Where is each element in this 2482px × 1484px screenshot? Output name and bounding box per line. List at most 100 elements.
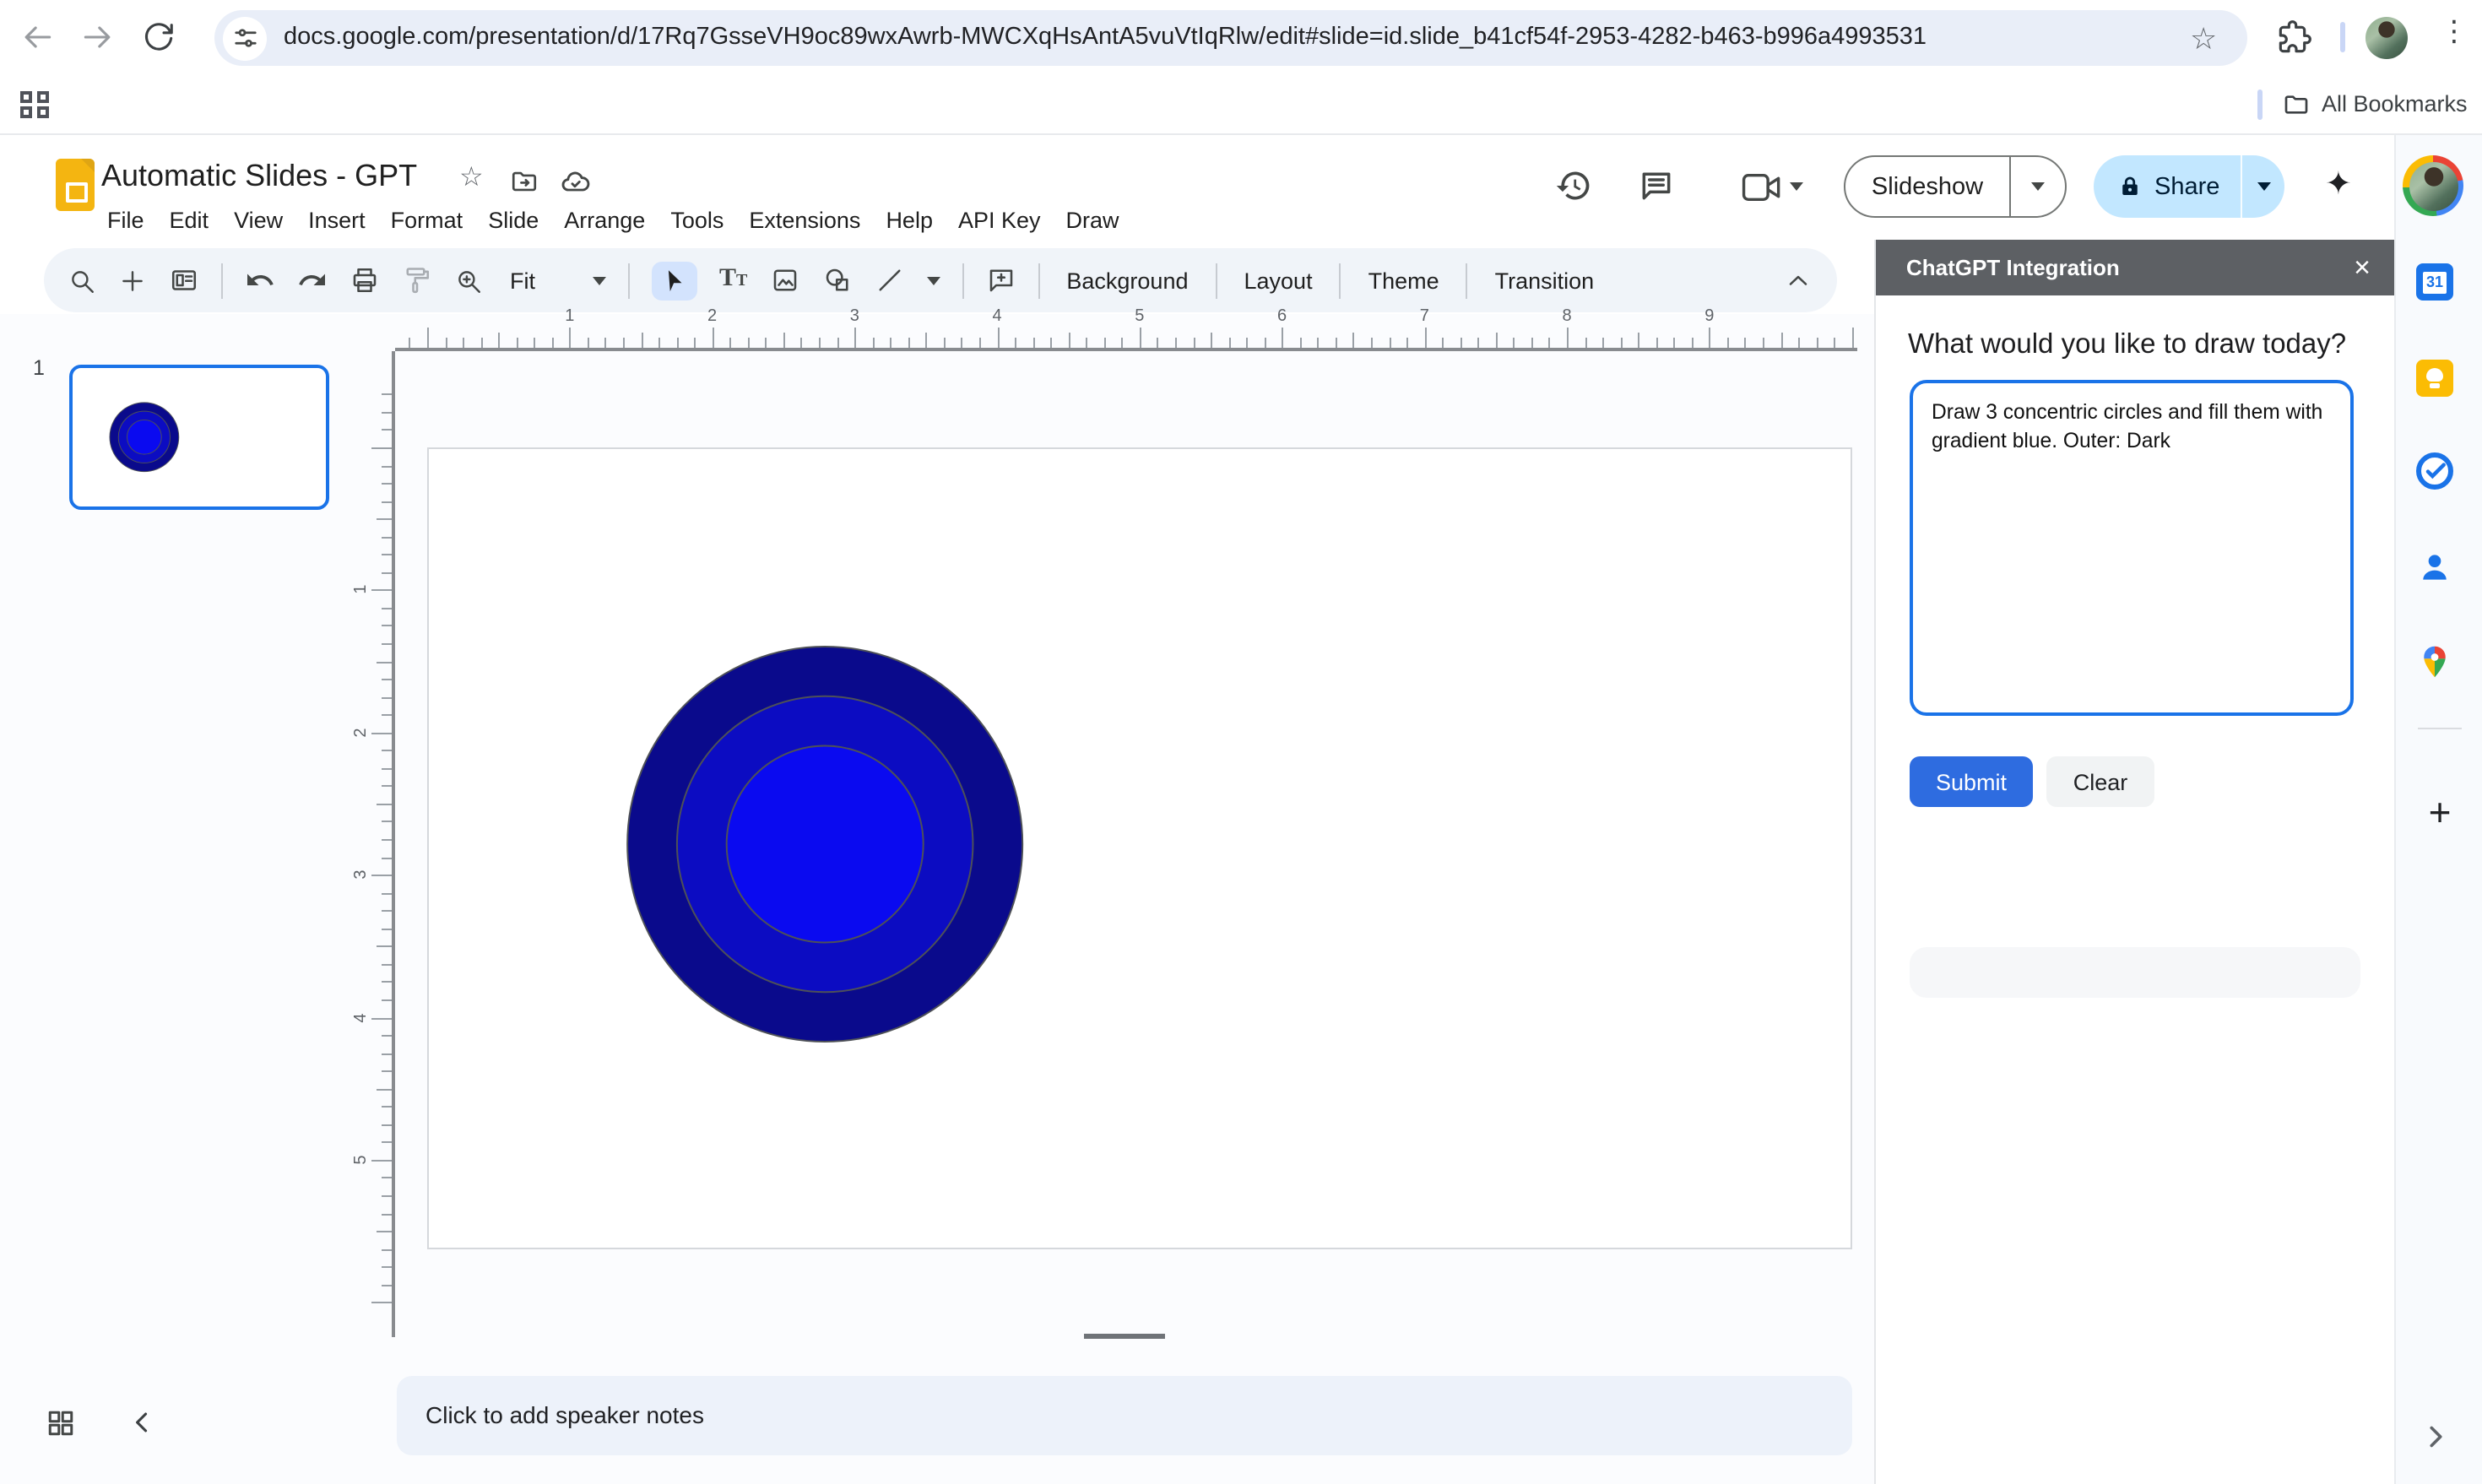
bookmarks-divider: [2257, 89, 2263, 120]
toolbar-separator: [1339, 263, 1341, 298]
menu-format[interactable]: Format: [378, 199, 476, 241]
slide-thumbnail[interactable]: [69, 365, 329, 510]
redo-icon[interactable]: [297, 265, 328, 295]
logo-inner-square: [65, 182, 87, 203]
chevron-right-icon: [2430, 1426, 2442, 1448]
grid-view-icon: [48, 1411, 73, 1436]
menu-draw[interactable]: Draw: [1054, 199, 1132, 241]
select-tool-button[interactable]: [652, 261, 697, 300]
meet-button[interactable]: [1741, 172, 1783, 203]
panel-title: ChatGPT Integration: [1906, 255, 2120, 280]
new-slide-plus-icon[interactable]: [118, 266, 147, 295]
menu-file[interactable]: File: [95, 199, 157, 241]
ruler-number: 3: [849, 307, 859, 326]
all-bookmarks-label[interactable]: All Bookmarks: [2322, 76, 2468, 133]
transition-button[interactable]: Transition: [1490, 268, 1600, 293]
document-title[interactable]: Automatic Slides - GPT: [101, 157, 417, 196]
menu-edit[interactable]: Edit: [157, 199, 222, 241]
keep-icon[interactable]: [2416, 360, 2453, 397]
layout-button[interactable]: Layout: [1239, 268, 1318, 293]
background-button[interactable]: Background: [1061, 268, 1193, 293]
slides-logo[interactable]: [56, 159, 95, 211]
menu-insert[interactable]: Insert: [295, 199, 378, 241]
menu-slide[interactable]: Slide: [475, 199, 551, 241]
ruler-number: 6: [1276, 307, 1287, 326]
speaker-notes[interactable]: Click to add speaker notes: [397, 1376, 1852, 1455]
text-box-tool-icon[interactable]: TT: [719, 263, 747, 297]
zoom-select-label[interactable]: Fit: [505, 268, 540, 293]
menu-arrange[interactable]: Arrange: [551, 199, 658, 241]
maps-icon[interactable]: [2416, 643, 2453, 680]
prompt-input[interactable]: Draw 3 concentric circles and fill them …: [1910, 380, 2354, 716]
toolbar-divider: [2340, 22, 2345, 52]
close-icon[interactable]: ×: [2354, 253, 2371, 282]
toolbar-separator: [962, 263, 964, 298]
version-history-button[interactable]: [1555, 167, 1592, 204]
notes-resize-handle[interactable]: [1084, 1334, 1165, 1338]
slide-canvas[interactable]: [427, 447, 1852, 1249]
undo-icon[interactable]: [245, 265, 275, 295]
tune-icon: [234, 29, 256, 47]
zoom-select-caret[interactable]: [593, 276, 606, 284]
browser-forward-button[interactable]: [79, 19, 117, 56]
gemini-button[interactable]: ✦: [2325, 167, 2352, 204]
menu-view[interactable]: View: [221, 199, 295, 241]
slideshow-button[interactable]: Slideshow: [1844, 155, 2067, 218]
document-status-button[interactable]: [561, 167, 591, 198]
menu-help[interactable]: Help: [873, 199, 946, 241]
menu-extensions[interactable]: Extensions: [736, 199, 873, 241]
collapse-filmstrip-button[interactable]: [128, 1408, 157, 1437]
comment-icon: [1642, 172, 1671, 200]
line-tool-caret[interactable]: [926, 276, 940, 284]
tasks-icon[interactable]: [2416, 452, 2453, 490]
browser-menu-button[interactable]: ⋮: [2440, 15, 2468, 49]
get-add-ons-button[interactable]: +: [2396, 790, 2482, 836]
site-settings-button[interactable]: [223, 16, 267, 60]
show-side-panel-button[interactable]: [2420, 1422, 2450, 1452]
account-avatar[interactable]: [2403, 155, 2463, 216]
theme-button[interactable]: Theme: [1363, 268, 1444, 293]
grid-view-button[interactable]: [46, 1408, 76, 1438]
share-dropdown[interactable]: [2242, 182, 2284, 191]
apps-grid-button[interactable]: [20, 90, 48, 118]
logo-fold: [81, 159, 95, 172]
insert-shape-icon[interactable]: [821, 265, 852, 295]
star-document-icon[interactable]: ☆: [459, 164, 484, 194]
screen: docs.google.com/presentation/d/17Rq7Gsse…: [0, 0, 2482, 1484]
print-icon[interactable]: [350, 265, 380, 295]
contacts-icon[interactable]: [2416, 549, 2453, 586]
zoom-in-icon[interactable]: [454, 266, 483, 295]
add-comment-icon[interactable]: [985, 265, 1016, 295]
insert-image-icon[interactable]: [769, 265, 799, 295]
ruler-number: 2: [352, 727, 371, 738]
collapse-toolbar-icon[interactable]: [1783, 265, 1813, 295]
bookmark-star-icon[interactable]: ☆: [2190, 21, 2217, 57]
insert-line-icon[interactable]: [874, 265, 904, 295]
slideshow-dropdown[interactable]: [2011, 182, 2065, 191]
meet-dropdown-caret[interactable]: [1790, 182, 1803, 191]
search-icon[interactable]: [68, 266, 96, 295]
browser-back-button[interactable]: [19, 19, 56, 56]
browser-profile-avatar[interactable]: [2365, 17, 2408, 59]
comments-button[interactable]: [1638, 167, 1675, 204]
new-slide-layout-icon[interactable]: [169, 265, 199, 295]
submit-button[interactable]: Submit: [1910, 756, 2033, 807]
menu-api-key[interactable]: API Key: [946, 199, 1054, 241]
address-bar[interactable]: docs.google.com/presentation/d/17Rq7Gsse…: [214, 10, 2247, 66]
browser-reload-button[interactable]: [140, 19, 177, 56]
all-bookmarks-button[interactable]: [2283, 91, 2310, 118]
calendar-icon[interactable]: 31: [2416, 263, 2453, 301]
menu-tools[interactable]: Tools: [658, 199, 736, 241]
share-button[interactable]: Share: [2094, 155, 2284, 218]
ruler-number: 1: [352, 585, 371, 595]
folder-move-icon: [512, 171, 537, 192]
extensions-button[interactable]: [2278, 20, 2311, 54]
slide-circle-3[interactable]: [725, 745, 924, 944]
url-text[interactable]: docs.google.com/presentation/d/17Rq7Gsse…: [284, 10, 1927, 66]
paint-format-icon[interactable]: [402, 265, 432, 295]
move-to-folder-button[interactable]: [510, 167, 539, 196]
thumbnail-canvas: [109, 402, 180, 473]
slide-circle-3[interactable]: [127, 419, 162, 455]
panel-header: ChatGPT Integration ×: [1876, 240, 2394, 295]
clear-button[interactable]: Clear: [2046, 756, 2154, 807]
